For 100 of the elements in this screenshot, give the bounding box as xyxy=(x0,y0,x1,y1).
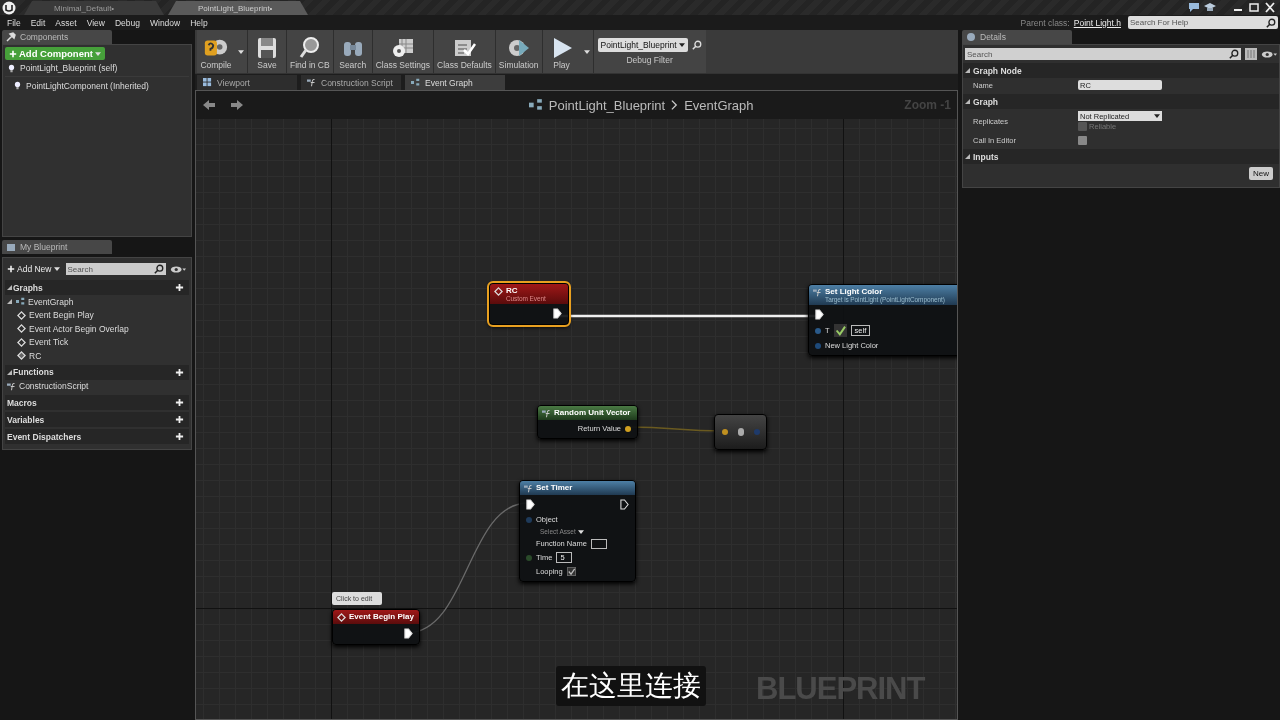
forward-arrow-icon[interactable] xyxy=(230,99,244,111)
editor-tab[interactable]: Construction Script xyxy=(301,75,401,90)
section-title: Inputs xyxy=(973,151,999,162)
add-icon[interactable] xyxy=(175,367,184,377)
add-icon xyxy=(7,265,15,273)
graph-icon xyxy=(528,99,543,111)
help-search-input[interactable]: Search For Help xyxy=(1130,18,1266,27)
document-tab[interactable]: PointLight_Blueprint• xyxy=(168,1,308,15)
hammer-icon xyxy=(6,32,16,42)
menu-item[interactable]: Window xyxy=(144,17,186,28)
menu-item[interactable]: File xyxy=(2,17,26,28)
find-in-cb-button[interactable]: Find in CB xyxy=(287,30,333,73)
simulation-button[interactable]: Simulation xyxy=(495,30,542,73)
expand-arrow-icon[interactable] xyxy=(965,68,970,73)
class-settings-button[interactable]: Class Settings xyxy=(372,30,434,73)
search-field[interactable]: Search xyxy=(965,48,1241,60)
search-field[interactable]: Search xyxy=(65,263,166,275)
checkbox[interactable] xyxy=(566,567,576,576)
exec-pin-icon[interactable] xyxy=(404,628,413,639)
expand-arrow-icon[interactable] xyxy=(965,99,970,104)
section-title: Macros xyxy=(7,397,37,408)
close-icon[interactable] xyxy=(1264,2,1276,13)
add-new-button[interactable]: Add New xyxy=(5,264,62,274)
tab-label: Viewport xyxy=(217,77,250,88)
blueprint-item[interactable]: Event Begin Play xyxy=(5,308,189,322)
add-icon[interactable] xyxy=(175,283,184,292)
component-item[interactable]: PointLightComponent (Inherited) xyxy=(5,77,189,94)
function-icon xyxy=(307,78,316,87)
section-header[interactable]: Inputs xyxy=(963,149,1279,164)
maximize-icon[interactable] xyxy=(1248,2,1260,13)
eye-icon[interactable] xyxy=(1261,49,1277,59)
exec-pin-icon[interactable] xyxy=(620,499,629,510)
section-title: Functions xyxy=(13,367,54,377)
eye-icon[interactable] xyxy=(169,264,186,274)
editor-tab[interactable]: Viewport xyxy=(197,75,297,90)
debug-filter-label: Debug Filter xyxy=(626,55,673,65)
section-header[interactable]: Macros xyxy=(5,395,189,410)
menu-item[interactable]: Debug xyxy=(109,17,145,28)
tab-label: My Blueprint xyxy=(20,242,68,252)
breadcrumb-item[interactable]: PointLight_Blueprint xyxy=(548,97,666,113)
document-tab[interactable]: Minimal_Default• xyxy=(24,1,164,15)
search-input[interactable]: Search xyxy=(967,49,1229,59)
graph-icon xyxy=(16,297,25,307)
section-header[interactable]: Graphs xyxy=(5,280,189,295)
new-button[interactable]: New xyxy=(1249,167,1273,180)
blueprint-item[interactable]: Event Actor Begin Overlap xyxy=(5,322,189,336)
panel-tab[interactable]: Components xyxy=(2,30,112,44)
search-input[interactable]: Search xyxy=(67,264,154,274)
menu-item[interactable]: Help xyxy=(185,17,213,28)
caret-icon xyxy=(577,529,584,534)
caret-icon xyxy=(583,49,590,54)
exec-pin-icon[interactable] xyxy=(815,309,824,320)
pin-icon[interactable] xyxy=(738,428,744,436)
class-defaults-button[interactable]: Class Defaults xyxy=(434,30,495,73)
checkbox[interactable] xyxy=(1078,135,1087,145)
expand-arrow-icon[interactable] xyxy=(7,369,12,375)
graduation-cap-icon[interactable] xyxy=(1204,2,1216,13)
help-search-field[interactable]: Search For Help xyxy=(1128,16,1278,29)
blueprint-item[interactable]: RC xyxy=(5,349,189,363)
add-icon[interactable] xyxy=(175,398,184,407)
name-field[interactable] xyxy=(590,538,607,549)
back-arrow-icon[interactable] xyxy=(202,99,216,111)
diamond-icon xyxy=(494,287,503,296)
pin-icon[interactable] xyxy=(625,425,631,432)
details-icon xyxy=(966,32,976,42)
blueprint-item[interactable]: EventGraph xyxy=(5,295,189,309)
section-header[interactable]: Graph Node xyxy=(963,63,1279,78)
tab-label: Details xyxy=(980,32,1006,42)
section-header[interactable]: Event Dispatchers xyxy=(5,429,189,444)
expand-arrow-icon[interactable] xyxy=(7,285,12,290)
exec-pin-icon[interactable] xyxy=(526,499,535,510)
blueprint-item[interactable]: ConstructionScript xyxy=(5,379,189,393)
subtitle-caption: 在这里连接 xyxy=(556,666,706,706)
section-header[interactable]: Graph xyxy=(963,94,1279,109)
add-icon[interactable] xyxy=(175,432,184,441)
panel-tab[interactable]: My Blueprint xyxy=(2,240,112,254)
breadcrumb-item[interactable]: EventGraph xyxy=(684,97,754,113)
menu-item[interactable]: Edit xyxy=(25,17,51,28)
expand-arrow-icon[interactable] xyxy=(7,299,12,305)
component-item[interactable]: PointLight_Blueprint (self) xyxy=(5,60,189,77)
editor-tab[interactable]: Event Graph xyxy=(405,75,505,90)
add-icon[interactable] xyxy=(175,415,184,424)
menu-item[interactable]: View xyxy=(81,17,110,28)
exec-pin-icon[interactable] xyxy=(553,308,562,319)
panel-tab[interactable]: Details xyxy=(962,30,1072,44)
expand-arrow-icon[interactable] xyxy=(965,154,970,159)
section-header[interactable]: Functions xyxy=(5,364,189,380)
chat-icon[interactable] xyxy=(1188,2,1200,13)
caret-icon xyxy=(94,51,101,56)
parent-class-link[interactable]: Point Light.h xyxy=(1073,17,1121,28)
blueprint-node[interactable] xyxy=(714,414,767,450)
save-button[interactable]: Save xyxy=(248,30,286,73)
pin-icon[interactable] xyxy=(722,429,728,435)
blueprint-item[interactable]: Event Tick xyxy=(5,335,189,349)
search-button[interactable]: Search xyxy=(333,30,372,73)
search-icon xyxy=(1229,49,1239,59)
menu-item[interactable]: Asset xyxy=(50,17,82,28)
node-title: Set Timer xyxy=(536,483,573,492)
debug-filter-dropdown[interactable]: PointLight_Blueprint xyxy=(597,38,688,52)
section-header[interactable]: Variables xyxy=(5,412,189,427)
